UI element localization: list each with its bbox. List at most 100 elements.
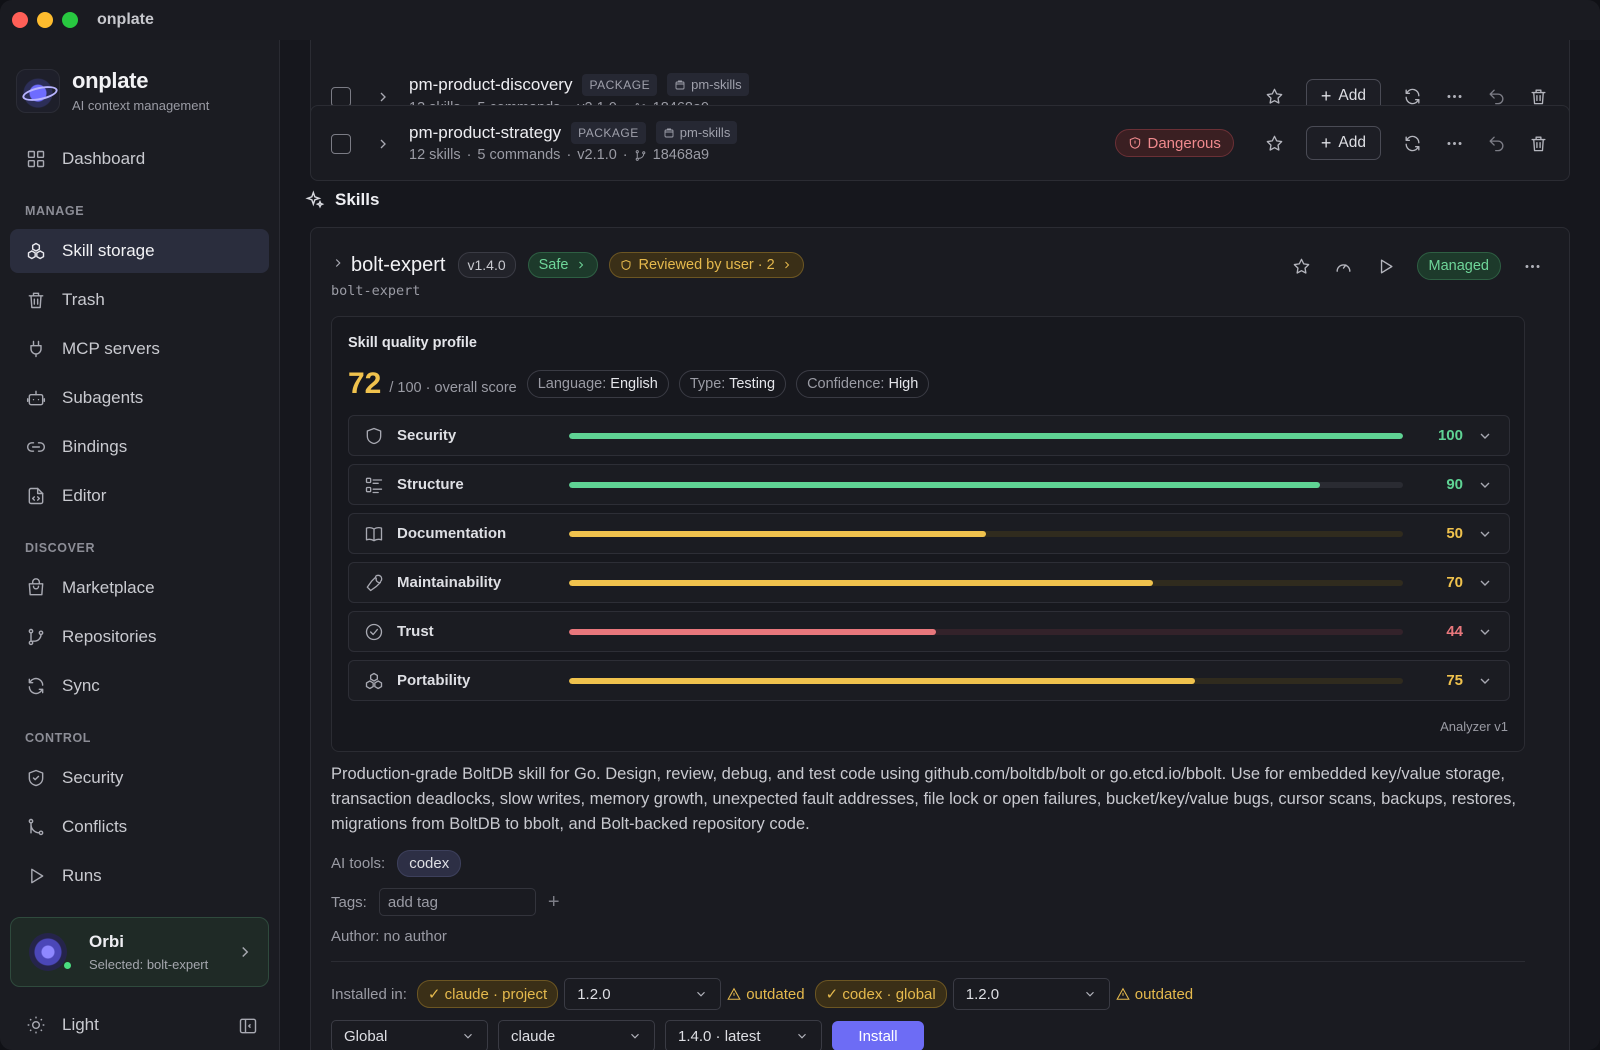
sidebar-item-bindings[interactable]: Bindings (10, 425, 269, 469)
tool-select[interactable]: claude (498, 1020, 655, 1050)
sidebar-item-runs[interactable]: Runs (10, 854, 269, 898)
maximize-window-button[interactable] (62, 12, 78, 28)
collapse-chevron-icon[interactable] (331, 256, 345, 274)
app-window: onplate onplate AI context management Da… (0, 0, 1600, 1050)
sidebar-item-skill-storage[interactable]: Skill storage (10, 229, 269, 273)
install-target-chip: ✓ codex · global (814, 980, 947, 1008)
more-button[interactable] (1521, 255, 1543, 277)
title-bar: onplate (0, 0, 1600, 40)
metric-row-maintainability[interactable]: Maintainability 70 (348, 562, 1510, 603)
sidebar-item-trash[interactable]: Trash (10, 278, 269, 322)
refresh-icon (1404, 88, 1420, 104)
package-checkbox[interactable] (331, 134, 351, 154)
metric-bar-fill (569, 433, 1403, 439)
sidebar-item-marketplace[interactable]: Marketplace (10, 566, 269, 610)
run-button[interactable] (1375, 255, 1397, 277)
delete-button[interactable] (1527, 132, 1549, 154)
add-tag-button[interactable]: + (548, 891, 560, 914)
sun-icon (27, 1016, 45, 1034)
sidebar-item-subagents[interactable]: Subagents (10, 376, 269, 420)
outdated-status: outdated (727, 986, 805, 1003)
metric-row-trust[interactable]: Trust 44 (348, 611, 1510, 652)
sidebar-item-repositories[interactable]: Repositories (10, 615, 269, 659)
chevron-down-icon[interactable] (1477, 477, 1493, 493)
undo-button[interactable] (1485, 132, 1507, 154)
analyze-button[interactable] (1333, 255, 1355, 277)
metric-bar (569, 678, 1403, 684)
package-source-badge: pm-skills (667, 73, 749, 96)
add-button[interactable]: + Add (1305, 126, 1381, 160)
plus-icon: + (1320, 132, 1332, 153)
safe-badge[interactable]: Safe (527, 252, 599, 278)
language-chip: Language: English (526, 370, 669, 398)
metric-value: 44 (1446, 623, 1463, 640)
main-content: pm-product-discovery PACKAGE pm-skills 1… (281, 40, 1600, 1050)
chevron-down-icon (631, 1033, 639, 1039)
sidebar-item-sync[interactable]: Sync (10, 664, 269, 708)
git-branch-icon (26, 627, 46, 647)
metric-row-documentation[interactable]: Documentation 50 (348, 513, 1510, 554)
more-horizontal-icon (1446, 94, 1462, 98)
outdated-status: outdated (1116, 986, 1193, 1003)
close-window-button[interactable] (12, 12, 28, 28)
install-version-select[interactable]: 1.2.0 (564, 978, 722, 1010)
package-checkbox[interactable] (331, 87, 351, 107)
sidebar-item-label: MCP servers (62, 339, 160, 358)
sync-button[interactable] (1401, 132, 1423, 154)
sidebar-item-security[interactable]: Security (10, 756, 269, 800)
sidebar-item-editor[interactable]: Editor (10, 474, 269, 518)
scope-select[interactable]: Global (331, 1020, 488, 1050)
chevron-down-icon (464, 1033, 472, 1039)
metric-bar (569, 482, 1403, 488)
install-version-select[interactable]: 1.2.0 (952, 978, 1110, 1010)
expand-chevron-icon[interactable] (375, 136, 391, 152)
dangerous-badge[interactable]: Dangerous (1114, 129, 1234, 157)
managed-badge: Managed (1416, 252, 1501, 280)
sidebar-item-mcp-servers[interactable]: MCP servers (10, 327, 269, 371)
chevron-down-icon[interactable] (1477, 673, 1493, 689)
reviewed-badge[interactable]: Reviewed by user · 2 (609, 252, 804, 278)
delete-button[interactable] (1527, 85, 1549, 107)
orbi-selected: Selected: bolt-expert (89, 957, 209, 972)
sidebar-item-conflicts[interactable]: Conflicts (10, 805, 269, 849)
chevron-down-icon[interactable] (1477, 526, 1493, 542)
brand: onplate AI context management (16, 68, 209, 113)
metric-bar (569, 629, 1403, 635)
chevron-down-icon[interactable] (1477, 624, 1493, 640)
skills-title: Skills (335, 190, 380, 209)
tag-input[interactable] (378, 888, 536, 916)
chevron-down-icon[interactable] (1477, 428, 1493, 444)
brand-subtitle: AI context management (72, 98, 210, 113)
divider (331, 961, 1525, 962)
chevron-down-icon[interactable] (1477, 575, 1493, 591)
commands-count: 5 commands (477, 147, 561, 163)
orbi-assistant-card[interactable]: Orbi Selected: bolt-expert (10, 917, 269, 987)
more-button[interactable] (1443, 85, 1465, 107)
metric-row-security[interactable]: Security 100 (348, 415, 1510, 456)
favorite-button[interactable] (1291, 255, 1313, 277)
sync-button[interactable] (1401, 85, 1423, 107)
skill-card: bolt-expert v1.4.0 Safe Reviewed by user… (310, 227, 1570, 1050)
metric-row-portability[interactable]: Portability 75 (348, 660, 1510, 701)
plug-icon (26, 339, 46, 359)
danger-label: Dangerous (1147, 134, 1221, 152)
more-button[interactable] (1443, 132, 1465, 154)
chevron-right-icon (784, 261, 789, 269)
sidebar: onplate AI context management Dashboard … (0, 40, 280, 1050)
ai-tool-chip[interactable]: codex (397, 850, 462, 877)
favorite-button[interactable] (1264, 132, 1286, 154)
package-row[interactable]: pm-product-strategy PACKAGE pm-skills 12… (310, 105, 1570, 181)
expand-chevron-icon[interactable] (375, 89, 391, 105)
collapse-sidebar-button[interactable] (238, 1016, 258, 1036)
git-branch-icon (635, 149, 645, 161)
install-button[interactable]: Install (832, 1021, 924, 1050)
minimize-window-button[interactable] (37, 12, 53, 28)
sidebar-item-dashboard[interactable]: Dashboard (10, 137, 269, 181)
theme-toggle[interactable]: Light (26, 1015, 99, 1035)
favorite-button[interactable] (1264, 85, 1286, 107)
star-icon (1293, 258, 1310, 274)
metric-label: Trust (397, 623, 434, 640)
version-select[interactable]: 1.4.0 · latest (665, 1020, 822, 1050)
metric-row-structure[interactable]: Structure 90 (348, 464, 1510, 505)
undo-button[interactable] (1485, 85, 1507, 107)
